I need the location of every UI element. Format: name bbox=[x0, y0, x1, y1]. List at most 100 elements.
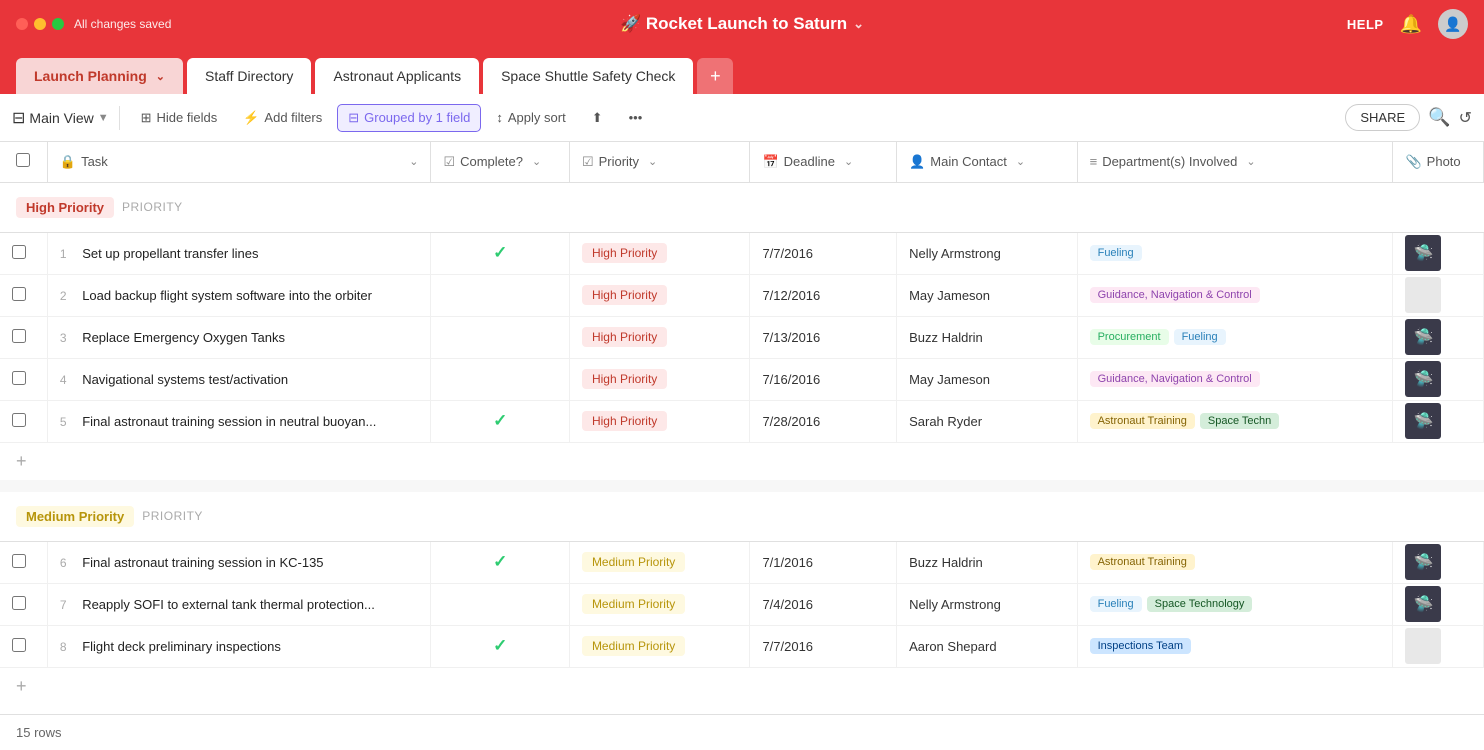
row-checkbox-cell[interactable] bbox=[0, 541, 47, 583]
close-button[interactable] bbox=[16, 18, 28, 30]
priority-badge: High Priority bbox=[582, 327, 667, 347]
header-complete-chevron: ⌄ bbox=[532, 155, 541, 168]
row-checkbox[interactable] bbox=[12, 596, 26, 610]
dept-cell: Fueling bbox=[1077, 232, 1393, 274]
photo-thumb bbox=[1405, 628, 1441, 664]
add-row-cell[interactable]: + bbox=[0, 667, 1484, 705]
hide-fields-label: Hide fields bbox=[157, 110, 218, 125]
export-button[interactable]: ⬆ bbox=[581, 104, 614, 132]
row-checkbox[interactable] bbox=[12, 554, 26, 568]
share-button[interactable]: SHARE bbox=[1345, 104, 1420, 131]
row-count: 15 rows bbox=[16, 725, 62, 740]
header-complete[interactable]: ☑ Complete? ⌄ bbox=[431, 142, 569, 182]
bell-icon[interactable]: 🔔 bbox=[1400, 14, 1422, 35]
header-contact-chevron: ⌄ bbox=[1016, 155, 1025, 168]
add-row-high[interactable]: + bbox=[0, 442, 1484, 480]
toolbar: ⊟ Main View ▼ ⊞ Hide fields ⚡ Add filter… bbox=[0, 94, 1484, 142]
table-row[interactable]: 4 Navigational systems test/activation H… bbox=[0, 358, 1484, 400]
task-cell: 1 Set up propellant transfer lines bbox=[47, 232, 431, 274]
priority-cell: Medium Priority bbox=[569, 625, 750, 667]
header-photo[interactable]: 📎 Photo bbox=[1393, 142, 1484, 182]
priority-check-icon: ☑ bbox=[582, 154, 594, 170]
deadline-cell: 7/7/2016 bbox=[750, 232, 897, 274]
row-checkbox[interactable] bbox=[12, 287, 26, 301]
contact-name: May Jameson bbox=[909, 372, 990, 387]
table-row[interactable]: 1 Set up propellant transfer lines ✓ Hig… bbox=[0, 232, 1484, 274]
filter-icon: ⚡ bbox=[243, 110, 259, 126]
search-icon[interactable]: 🔍 bbox=[1428, 107, 1450, 128]
table-row[interactable]: 3 Replace Emergency Oxygen Tanks High Pr… bbox=[0, 316, 1484, 358]
tab-launch-chevron: ⌄ bbox=[156, 70, 165, 83]
select-all-checkbox[interactable] bbox=[16, 153, 30, 167]
row-checkbox-cell[interactable] bbox=[0, 358, 47, 400]
more-options-button[interactable]: ••• bbox=[618, 104, 654, 131]
apply-sort-button[interactable]: ↕ Apply sort bbox=[485, 104, 576, 131]
header-checkbox[interactable] bbox=[0, 142, 47, 182]
maximize-button[interactable] bbox=[52, 18, 64, 30]
dept-cell: ProcurementFueling bbox=[1077, 316, 1393, 358]
complete-cell: ✓ bbox=[431, 541, 569, 583]
table-row[interactable]: 8 Flight deck preliminary inspections ✓ … bbox=[0, 625, 1484, 667]
photo-thumb: 🛸 bbox=[1405, 235, 1441, 271]
add-row-cell[interactable]: + bbox=[0, 442, 1484, 480]
row-checkbox-cell[interactable] bbox=[0, 316, 47, 358]
dept-badges: Inspections Team bbox=[1090, 638, 1381, 654]
row-checkbox[interactable] bbox=[12, 638, 26, 652]
header-task[interactable]: 🔒 Task ⌄ bbox=[47, 142, 431, 182]
dept-badges: Guidance, Navigation & Control bbox=[1090, 287, 1381, 303]
lock-icon: 🔒 bbox=[60, 154, 76, 170]
contact-name: Buzz Haldrin bbox=[909, 330, 983, 345]
tab-launch-planning[interactable]: Launch Planning ⌄ bbox=[16, 58, 183, 94]
row-checkbox-cell[interactable] bbox=[0, 625, 47, 667]
dept-badge: Space Technology bbox=[1147, 596, 1253, 612]
contact-cell: Nelly Armstrong bbox=[897, 232, 1078, 274]
header-contact[interactable]: 👤 Main Contact ⌄ bbox=[897, 142, 1078, 182]
table-row[interactable]: 2 Load backup flight system software int… bbox=[0, 274, 1484, 316]
header-dept-label: Department(s) Involved bbox=[1102, 154, 1237, 169]
row-checkbox[interactable] bbox=[12, 329, 26, 343]
header-deadline-label: Deadline bbox=[784, 154, 835, 169]
tab-add-button[interactable]: + bbox=[697, 58, 733, 94]
group-tag: High Priority bbox=[16, 197, 114, 218]
header-dept[interactable]: ≡ Department(s) Involved ⌄ bbox=[1077, 142, 1393, 182]
refresh-icon[interactable]: ↺ bbox=[1459, 108, 1472, 128]
row-num: 5 bbox=[60, 415, 67, 429]
dept-badge: Astronaut Training bbox=[1090, 554, 1195, 570]
header-deadline[interactable]: 📅 Deadline ⌄ bbox=[750, 142, 897, 182]
task-text: Flight deck preliminary inspections bbox=[82, 639, 281, 654]
photo-cell: 🛸 bbox=[1393, 400, 1484, 442]
row-checkbox[interactable] bbox=[12, 245, 26, 259]
deadline-text: 7/1/2016 bbox=[762, 555, 813, 570]
row-checkbox[interactable] bbox=[12, 371, 26, 385]
add-filters-button[interactable]: ⚡ Add filters bbox=[232, 104, 333, 132]
table-row[interactable]: 6 Final astronaut training session in KC… bbox=[0, 541, 1484, 583]
row-checkbox-cell[interactable] bbox=[0, 274, 47, 316]
view-toggle[interactable]: ⊟ Main View ▼ bbox=[12, 108, 109, 128]
task-cell: 2 Load backup flight system software int… bbox=[47, 274, 431, 316]
complete-cell: ✓ bbox=[431, 232, 569, 274]
row-checkbox-cell[interactable] bbox=[0, 232, 47, 274]
header-deadline-chevron: ⌄ bbox=[844, 155, 853, 168]
tab-astronaut-applicants[interactable]: Astronaut Applicants bbox=[315, 58, 479, 94]
add-row-medium[interactable]: + bbox=[0, 667, 1484, 705]
dept-badges: Fueling bbox=[1090, 245, 1381, 261]
row-checkbox-cell[interactable] bbox=[0, 400, 47, 442]
tab-safety-check[interactable]: Space Shuttle Safety Check bbox=[483, 58, 693, 94]
grouped-by-button[interactable]: ⊟ Grouped by 1 field bbox=[337, 104, 481, 132]
task-text: Load backup flight system software into … bbox=[82, 288, 372, 303]
table-row[interactable]: 7 Reapply SOFI to external tank thermal … bbox=[0, 583, 1484, 625]
table-row[interactable]: 5 Final astronaut training session in ne… bbox=[0, 400, 1484, 442]
hide-fields-button[interactable]: ⊞ Hide fields bbox=[130, 104, 229, 132]
tab-staff-directory[interactable]: Staff Directory bbox=[187, 58, 311, 94]
priority-cell: High Priority bbox=[569, 274, 750, 316]
header-priority[interactable]: ☑ Priority ⌄ bbox=[569, 142, 750, 182]
row-checkbox[interactable] bbox=[12, 413, 26, 427]
photo-cell: 🛸 bbox=[1393, 316, 1484, 358]
complete-cell bbox=[431, 274, 569, 316]
row-checkbox-cell[interactable] bbox=[0, 583, 47, 625]
view-chevron-icon: ▼ bbox=[98, 112, 109, 124]
help-button[interactable]: HELP bbox=[1347, 17, 1384, 32]
photo-thumb: 🛸 bbox=[1405, 319, 1441, 355]
avatar[interactable]: 👤 bbox=[1438, 9, 1468, 39]
minimize-button[interactable] bbox=[34, 18, 46, 30]
